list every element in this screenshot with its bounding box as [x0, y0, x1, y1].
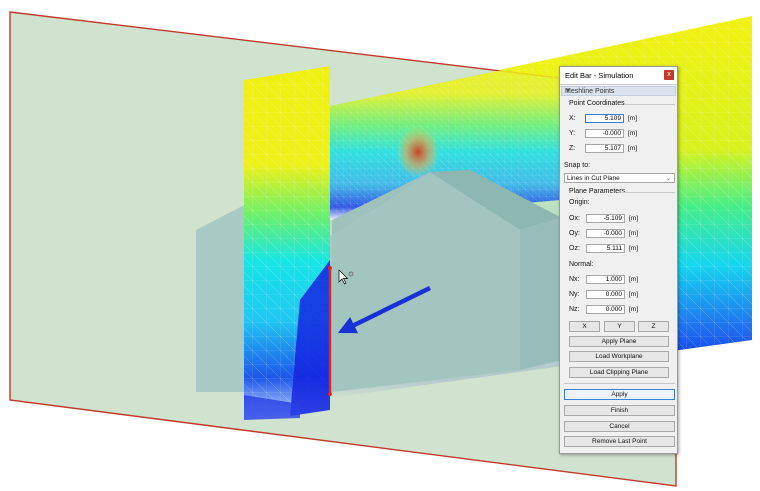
normal-label: Normal:: [569, 261, 594, 268]
origin-label: Origin:: [569, 199, 590, 206]
divider: [622, 192, 675, 193]
snap-to-label: Snap to:: [564, 162, 591, 169]
normal-z-input[interactable]: 0.000: [586, 305, 625, 314]
x-unit: [m]: [628, 115, 638, 122]
nx-label: Nx:: [569, 276, 580, 283]
point-coordinates-heading: Point Coordinates: [569, 100, 625, 107]
z-label: Z:: [569, 145, 576, 152]
plane-parameters-heading: Plane Parameters: [569, 188, 626, 195]
nz-unit: [m]: [629, 306, 639, 313]
oz-label: Oz:: [569, 245, 580, 252]
oy-label: Oy:: [569, 230, 580, 237]
edit-bar-dialog: Edit Bar - Simulation x Meshline Points …: [559, 66, 678, 454]
nz-label: Nz:: [569, 306, 580, 313]
axis-y-button[interactable]: Y: [604, 321, 635, 332]
y-label: Y:: [569, 130, 576, 137]
chevron-down-icon: ▼: [565, 88, 571, 94]
meshline-points-section-header[interactable]: Meshline Points ▼: [561, 86, 676, 96]
normal-x-input[interactable]: 1.000: [586, 275, 625, 284]
z-unit: [m]: [628, 145, 638, 152]
snap-to-selected: Lines in Cut Plane: [567, 175, 620, 182]
oz-unit: [m]: [629, 245, 639, 252]
oy-unit: [m]: [629, 230, 639, 237]
chevron-down-icon: ⌄: [665, 176, 671, 182]
ox-unit: [m]: [629, 215, 639, 222]
x-coordinate-input[interactable]: 5.109: [585, 114, 624, 123]
apply-button[interactable]: Apply: [564, 389, 675, 400]
origin-z-input[interactable]: 5.111: [586, 244, 625, 253]
nx-unit: [m]: [629, 276, 639, 283]
y-unit: [m]: [628, 130, 638, 137]
divider: [564, 383, 675, 384]
close-icon[interactable]: x: [664, 70, 674, 80]
axis-x-button[interactable]: X: [569, 321, 600, 332]
z-coordinate-input[interactable]: 5.107: [585, 144, 624, 153]
y-coordinate-input[interactable]: -0.000: [585, 129, 624, 138]
ox-label: Ox:: [569, 215, 580, 222]
flow-plane-left: [244, 66, 330, 420]
origin-x-input[interactable]: -5.109: [586, 214, 625, 223]
normal-y-input[interactable]: 0.000: [586, 290, 625, 299]
ny-unit: [m]: [629, 291, 639, 298]
dialog-titlebar[interactable]: Edit Bar - Simulation x: [560, 67, 677, 85]
load-clipping-plane-button[interactable]: Load Clipping Plane: [569, 367, 669, 378]
dialog-title: Edit Bar - Simulation: [565, 71, 634, 80]
load-workplane-button[interactable]: Load Workplane: [569, 351, 669, 362]
axis-z-button[interactable]: Z: [638, 321, 669, 332]
x-label: X:: [569, 115, 576, 122]
origin-y-input[interactable]: -0.000: [586, 229, 625, 238]
snap-to-dropdown[interactable]: Lines in Cut Plane ⌄: [564, 173, 675, 183]
apply-plane-button[interactable]: Apply Plane: [569, 336, 669, 347]
cancel-button[interactable]: Cancel: [564, 421, 675, 432]
ny-label: Ny:: [569, 291, 580, 298]
finish-button[interactable]: Finish: [564, 405, 675, 416]
remove-last-point-button[interactable]: Remove Last Point: [564, 436, 675, 447]
divider: [624, 104, 675, 105]
